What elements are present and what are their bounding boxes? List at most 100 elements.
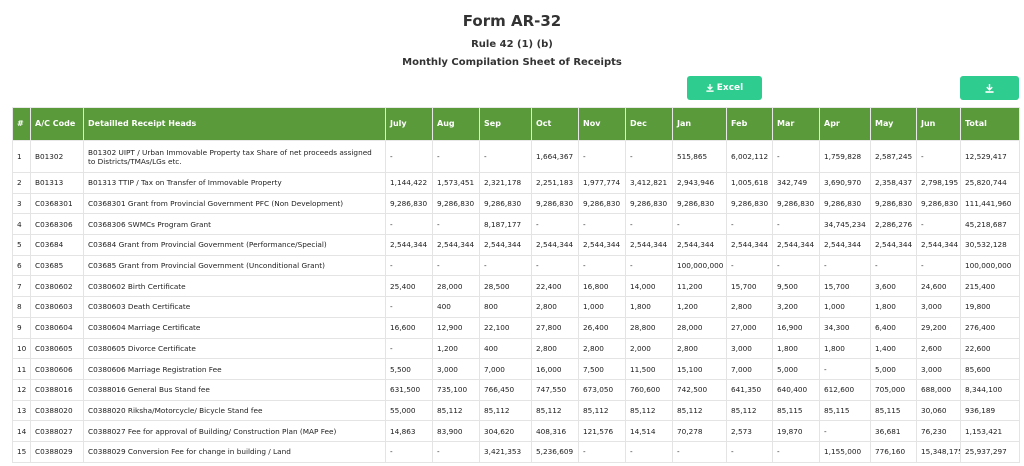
- table-cell: C0380606: [30, 358, 84, 380]
- table-cell: 2,798,195: [916, 172, 961, 194]
- table-cell: -: [479, 254, 532, 277]
- table-cell: 14: [12, 420, 31, 442]
- column-header: A/C Code: [30, 107, 84, 141]
- table-cell: C0368306 SWMCs Program Grant: [83, 213, 386, 236]
- table-cell: 85,112: [432, 399, 480, 422]
- table-cell: -: [385, 213, 433, 236]
- table-cell: C0388027: [30, 420, 84, 442]
- page-title: Form AR-32: [462, 12, 562, 30]
- table-cell: -: [578, 254, 626, 277]
- table-cell: 9,286,830: [870, 192, 917, 215]
- table-cell: 30,532,128: [960, 234, 1020, 256]
- table-cell: 22,100: [479, 316, 532, 339]
- table-cell: 1,977,774: [578, 172, 626, 194]
- table-cell: 12,529,417: [960, 140, 1020, 173]
- table-cell: 22,400: [531, 275, 579, 298]
- table-cell: 3: [12, 192, 31, 215]
- table-cell: 8,187,177: [479, 213, 532, 236]
- table-cell: 9,286,830: [479, 192, 532, 215]
- table-cell: -: [432, 213, 480, 236]
- table-cell: -: [578, 140, 626, 173]
- table-cell: 9,286,830: [726, 192, 773, 215]
- table-cell: 215,400: [960, 275, 1020, 298]
- table-cell: 1,144,422: [385, 172, 433, 194]
- table-row: 14 C0388027 C0388027 Fee for approval of B…: [12, 420, 1020, 442]
- table-cell: 28,000: [432, 275, 480, 298]
- excel-button-label: Excel: [716, 83, 744, 93]
- table-cell: 705,000: [870, 378, 917, 401]
- table-cell: 85,115: [819, 399, 871, 422]
- table-row: 15 C0388029 C0388029 Conversion Fee for ch…: [12, 440, 1020, 463]
- table-row: 8 C0380603 C0380603 Death Certificate -400 8…: [12, 296, 1020, 318]
- table-cell: 1,400: [870, 337, 917, 360]
- table-cell: 2,600: [916, 337, 961, 360]
- table-cell: 342,749: [772, 172, 820, 194]
- table-cell: 85,112: [531, 399, 579, 422]
- table-row: 11 C0380606 C0380606 Marriage Registration…: [12, 358, 1020, 380]
- table-cell: 2,544,344: [432, 234, 480, 256]
- table-row: 7 C0380602 C0380602 Birth Certificate 25,40…: [12, 275, 1020, 298]
- table-cell: C0388029: [30, 440, 84, 463]
- table-cell: 7: [12, 275, 31, 298]
- table-cell: 15,100: [672, 358, 727, 380]
- table-cell: 612,600: [819, 378, 871, 401]
- table-cell: 2,544,344: [625, 234, 673, 256]
- table-cell: 2,000: [625, 337, 673, 360]
- table-cell: B01313: [30, 172, 84, 194]
- table-cell: 22,600: [960, 337, 1020, 360]
- table-cell: 1,005,618: [726, 172, 773, 194]
- table-cell: 742,500: [672, 378, 727, 401]
- table-cell: -: [726, 254, 773, 277]
- table-cell: 28,800: [625, 316, 673, 339]
- table-cell: 1,759,828: [819, 140, 871, 173]
- table-cell: 70,278: [672, 420, 727, 442]
- table-cell: -: [432, 140, 480, 173]
- table-cell: 3,000: [726, 337, 773, 360]
- table-cell: 15,348,175: [916, 440, 961, 463]
- table-cell: 5: [12, 234, 31, 256]
- table-cell: 85,112: [479, 399, 532, 422]
- table-row: 9 C0380604 C0380604 Marriage Certificate 16…: [12, 316, 1020, 339]
- column-header: May: [870, 107, 917, 141]
- table-cell: -: [625, 254, 673, 277]
- table-cell: 1,800: [772, 337, 820, 360]
- download-icon: [706, 84, 714, 92]
- table-cell: 2,943,946: [672, 172, 727, 194]
- table-cell: 735,100: [432, 378, 480, 401]
- table-cell: 1: [12, 140, 31, 173]
- table-cell: -: [916, 140, 961, 173]
- table-cell: 1,000: [819, 296, 871, 318]
- table-cell: -: [672, 440, 727, 463]
- table-cell: 16,000: [531, 358, 579, 380]
- table-cell: 1,200: [432, 337, 480, 360]
- table-header-row: # A/C Code Detailled Receipt Heads July Aug S…: [12, 107, 1020, 141]
- table-cell: 2,800: [531, 337, 579, 360]
- table-cell: 2,286,276: [870, 213, 917, 236]
- table-cell: -: [819, 254, 871, 277]
- table-cell: 27,000: [726, 316, 773, 339]
- table-cell: 16,800: [578, 275, 626, 298]
- table-row: 4 C0368306 C0368306 SWMCs Program Grant - -8…: [12, 213, 1020, 236]
- table-cell: 800: [479, 296, 532, 318]
- table-cell: 12: [12, 378, 31, 401]
- table-cell: C0380603 Death Certificate: [83, 296, 386, 318]
- table-cell: C03684: [30, 234, 84, 256]
- table-cell: 2,573: [726, 420, 773, 442]
- table-cell: 9,286,830: [672, 192, 727, 215]
- column-header: Nov: [578, 107, 626, 141]
- table-cell: 12,900: [432, 316, 480, 339]
- table-cell: 28,500: [479, 275, 532, 298]
- table-cell: 13: [12, 399, 31, 422]
- download-button[interactable]: [960, 76, 1019, 100]
- table-cell: 14,863: [385, 420, 433, 442]
- table-cell: 673,050: [578, 378, 626, 401]
- table-cell: 29,200: [916, 316, 961, 339]
- table-cell: 9,286,830: [772, 192, 820, 215]
- table-cell: 14,514: [625, 420, 673, 442]
- excel-export-button[interactable]: Excel: [687, 76, 762, 100]
- table-cell: 408,316: [531, 420, 579, 442]
- table-cell: 766,450: [479, 378, 532, 401]
- table-row: 13 C0388020 C0388020 Riksha/Motorcycle/ Bi…: [12, 399, 1020, 422]
- table-cell: 5,000: [772, 358, 820, 380]
- table-cell: -: [672, 213, 727, 236]
